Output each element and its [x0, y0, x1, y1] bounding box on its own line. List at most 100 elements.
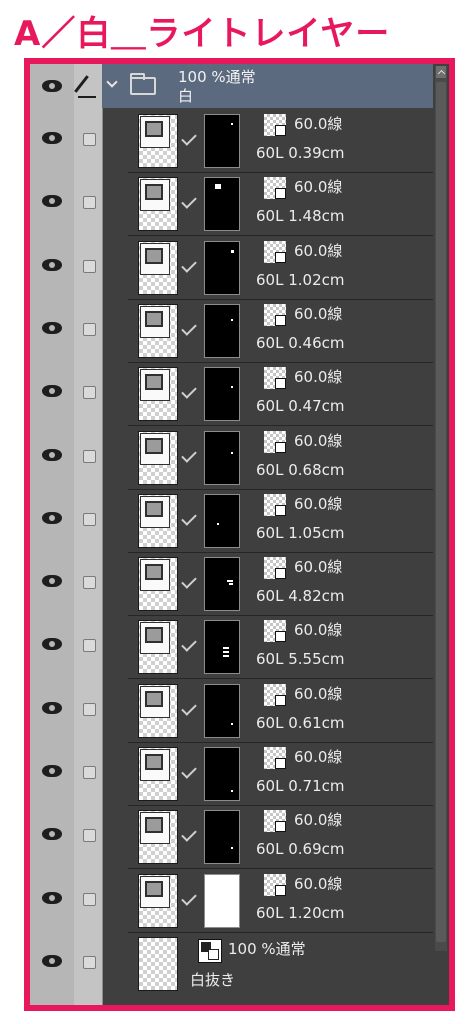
layer-mask-thumbnail[interactable]	[204, 557, 240, 612]
layer-mask-thumbnail[interactable]	[204, 683, 240, 738]
layer-row[interactable]: 60.0線 60L 0.47cm	[30, 363, 449, 427]
layer-thumbnail	[138, 683, 178, 738]
eye-icon[interactable]	[42, 511, 62, 524]
tone-icon	[264, 683, 286, 706]
mask-link-check-icon[interactable]	[181, 383, 197, 399]
layer-line1: 60.0線	[294, 241, 343, 260]
group-selected-bar[interactable]: 100 %通常 白	[102, 64, 433, 108]
tone-icon	[264, 747, 286, 769]
layer-row[interactable]: 60.0線 60L 0.46cm	[30, 300, 449, 363]
mask-link-check-icon[interactable]	[181, 763, 197, 779]
layer-row[interactable]: 60.0線 60L 1.20cm	[30, 870, 449, 933]
lock-checkbox[interactable]	[83, 766, 96, 779]
mask-link-check-icon[interactable]	[181, 573, 197, 589]
eye-icon[interactable]	[42, 80, 62, 92]
lock-checkbox[interactable]	[83, 829, 96, 843]
eye-icon[interactable]	[42, 258, 62, 271]
layer-mask-thumbnail[interactable]	[204, 873, 240, 928]
layer-line2: 60L 0.46cm	[256, 333, 345, 352]
layer-mask-thumbnail[interactable]	[204, 810, 240, 865]
layer-mask-thumbnail[interactable]	[204, 747, 240, 801]
mask-link-check-icon[interactable]	[181, 320, 197, 336]
layer-mask-thumbnail[interactable]	[204, 430, 240, 485]
lock-checkbox[interactable]	[83, 639, 96, 653]
mask-mark	[231, 318, 233, 321]
tone-icon	[264, 430, 286, 453]
layer-row[interactable]: 60.0線 60L 0.69cm	[30, 806, 449, 870]
lock-checkbox[interactable]	[83, 702, 96, 716]
layer-line2: 60L 0.47cm	[256, 397, 345, 416]
layer-thumbnail	[138, 430, 178, 485]
eye-icon[interactable]	[42, 765, 62, 777]
mask-link-check-icon[interactable]	[181, 130, 197, 146]
layer-line2: 60L 0.71cm	[256, 777, 345, 795]
mask-link-check-icon[interactable]	[181, 446, 197, 463]
layer-line2: 60L 1.05cm	[256, 523, 345, 542]
lock-checkbox[interactable]	[83, 259, 96, 273]
eye-icon[interactable]	[42, 448, 62, 461]
layer-row[interactable]: 60.0線 60L 0.61cm	[30, 680, 449, 743]
eye-icon[interactable]	[42, 891, 62, 904]
mask-mark	[229, 583, 233, 586]
layer-mask-thumbnail[interactable]	[204, 303, 240, 358]
eye-icon[interactable]	[42, 638, 62, 651]
layer-thumbnail	[138, 493, 178, 548]
layer-thumbnail	[138, 620, 178, 675]
layer-row[interactable]: 60.0線 60L 0.39cm	[30, 110, 449, 173]
layer-row[interactable]: 60.0線 60L 4.82cm	[30, 553, 449, 617]
mask-link-check-icon[interactable]	[181, 826, 197, 843]
lock-checkbox[interactable]	[83, 892, 96, 906]
eye-icon[interactable]	[42, 132, 62, 144]
base-layer-row[interactable]: 100 %通常 白抜き	[30, 933, 449, 996]
layer-mask-thumbnail[interactable]	[204, 114, 240, 168]
lock-checkbox[interactable]	[83, 955, 96, 969]
eye-icon[interactable]	[42, 828, 62, 841]
pencil-underline	[78, 96, 96, 98]
layer-mask-thumbnail[interactable]	[204, 367, 240, 422]
eye-icon[interactable]	[42, 575, 62, 588]
mask-link-check-icon[interactable]	[181, 256, 197, 273]
layer-row[interactable]: 60.0線 60L 1.48cm	[30, 173, 449, 237]
scrollbar[interactable]	[435, 66, 447, 951]
layer-line1: 60.0線	[294, 431, 343, 450]
group-name: 白	[178, 87, 194, 105]
layer-row[interactable]: 60.0線 60L 0.71cm	[30, 743, 449, 806]
mask-link-check-icon[interactable]	[181, 699, 197, 716]
layer-mask-thumbnail[interactable]	[204, 493, 240, 548]
tone-icon	[264, 367, 286, 390]
layer-row[interactable]: 60.0線 60L 1.02cm	[30, 237, 449, 300]
lock-checkbox[interactable]	[83, 576, 96, 590]
layer-line2: 60L 1.48cm	[256, 207, 345, 226]
layer-row[interactable]: 60.0線 60L 1.05cm	[30, 490, 449, 553]
scroll-up-arrow-icon[interactable]	[436, 66, 446, 78]
layer-row[interactable]: 60.0線 60L 5.55cm	[30, 616, 449, 680]
layer-mask-thumbnail[interactable]	[204, 620, 240, 675]
lock-checkbox[interactable]	[83, 196, 96, 210]
layer-line1: 60.0線	[294, 874, 343, 893]
lock-checkbox[interactable]	[83, 133, 96, 146]
lock-checkbox[interactable]	[83, 512, 96, 526]
eye-icon[interactable]	[42, 321, 62, 334]
eye-icon[interactable]	[42, 385, 62, 398]
layer-mask-thumbnail[interactable]	[204, 177, 240, 232]
mask-link-check-icon[interactable]	[181, 193, 197, 210]
mask-link-check-icon[interactable]	[181, 510, 197, 526]
eye-icon[interactable]	[42, 701, 62, 714]
lock-checkbox[interactable]	[83, 449, 96, 463]
eye-icon[interactable]	[42, 195, 62, 208]
layer-row[interactable]: 60.0線 60L 0.68cm	[30, 427, 449, 490]
tone-icon	[264, 240, 286, 263]
mask-link-check-icon[interactable]	[181, 636, 197, 653]
layer-line1: 60.0線	[294, 558, 343, 577]
lock-checkbox[interactable]	[83, 386, 96, 400]
tone-icon	[264, 873, 286, 896]
tone-icon	[264, 303, 286, 326]
lock-checkbox[interactable]	[83, 322, 96, 336]
mask-link-check-icon[interactable]	[181, 889, 197, 906]
eye-icon[interactable]	[42, 954, 62, 967]
layer-group-row[interactable]: 100 %通常 白	[30, 64, 449, 108]
layer-mask-thumbnail[interactable]	[204, 240, 240, 295]
scrollbar-thumb[interactable]	[436, 82, 446, 942]
chevron-down-icon[interactable]	[106, 76, 118, 88]
mask-mark	[231, 249, 234, 253]
